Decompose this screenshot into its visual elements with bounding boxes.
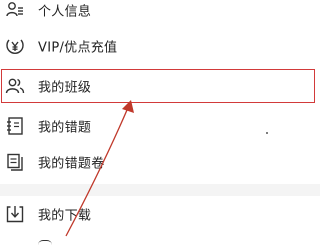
menu-item-label: 我的错题卷 xyxy=(38,156,105,172)
menu-item-label: 我的错题 xyxy=(38,120,92,136)
yen-coin-icon xyxy=(5,36,25,56)
menu-item-my-mistakes[interactable]: 我的错题 xyxy=(0,108,320,144)
menu-item-label: 我的下载 xyxy=(38,208,92,224)
notebook-icon xyxy=(5,116,25,136)
documents-icon xyxy=(5,152,25,172)
menu-item-label: 个人信息 xyxy=(38,4,92,20)
stray-dot xyxy=(266,132,268,134)
menu-item-vip-recharge[interactable]: VIP/优点充值 xyxy=(0,28,320,64)
highlight-box xyxy=(1,69,315,103)
menu-item-my-mistake-papers[interactable]: 我的错题卷 xyxy=(0,144,320,180)
menu-item-label: VIP/优点充值 xyxy=(38,40,118,56)
section-divider xyxy=(0,184,320,196)
side-menu: 个人信息 VIP/优点充值 我的班级 我的错题 我的错题卷 我的下载 xyxy=(0,0,320,246)
menu-item-personal-info[interactable]: 个人信息 xyxy=(0,0,320,28)
next-item-icon-partial xyxy=(38,240,52,245)
download-icon xyxy=(5,204,25,224)
person-list-icon xyxy=(5,0,25,20)
menu-item-my-downloads[interactable]: 我的下载 xyxy=(0,196,320,232)
